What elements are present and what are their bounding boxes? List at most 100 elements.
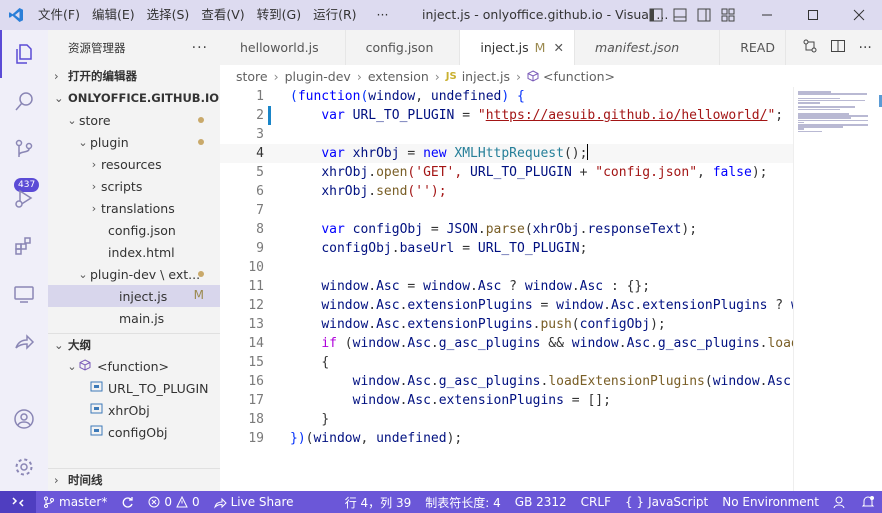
code-token: : {}; — [603, 279, 651, 294]
source-control-icon[interactable] — [0, 126, 48, 174]
code-token: false — [712, 165, 752, 180]
outline-tree: ⌄ <function> URL_TO_PLUGIN xhrObj configObj — [48, 355, 220, 443]
code-token: window — [423, 279, 471, 294]
menu-item[interactable]: 查看(V) — [195, 0, 250, 30]
code-token: ( — [571, 317, 580, 332]
toggle-secondary-sidebar-icon[interactable] — [694, 5, 714, 25]
code-token: ( — [290, 89, 298, 104]
more-actions-icon[interactable]: ··· — [859, 40, 872, 56]
indentation[interactable]: 制表符长度: 4 — [418, 494, 508, 511]
menu-item[interactable]: 选择(S) — [141, 0, 196, 30]
extensions-icon[interactable] — [0, 222, 48, 270]
function-cube-icon — [79, 358, 97, 374]
tab-manifest-json[interactable]: manifest.json — [575, 30, 721, 65]
search-icon[interactable] — [0, 78, 48, 126]
folder-item[interactable]: ⌄ store — [48, 109, 220, 131]
environment[interactable]: No Environment — [715, 495, 826, 509]
menu-item[interactable]: 转到(G) — [251, 0, 307, 30]
branch-icon — [44, 496, 54, 508]
code-token: window — [352, 336, 400, 351]
live-share-button[interactable]: Live Share — [207, 495, 301, 509]
code-token: extensionPlugins — [438, 393, 564, 408]
code-token: JSON — [446, 222, 478, 237]
outline-item[interactable]: ⌄ <function> — [48, 355, 220, 377]
outline-section[interactable]: ⌄ 大纲 — [48, 333, 220, 355]
line-number: 16 — [248, 374, 264, 389]
manage-gear-icon[interactable] — [0, 443, 48, 491]
feedback-icon[interactable] — [826, 495, 854, 509]
minimap[interactable] — [793, 87, 882, 491]
code-token: xhrObj — [352, 146, 400, 161]
menu-item[interactable]: 编辑(E) — [86, 0, 141, 30]
end-of-line[interactable]: CRLF — [574, 495, 618, 509]
code-token: if — [321, 336, 345, 351]
menu-item[interactable]: 运行(R) — [307, 0, 362, 30]
code-token: Asc — [626, 336, 651, 351]
code-token: . — [571, 279, 580, 294]
outline-item[interactable]: configObj — [48, 421, 220, 443]
file-item[interactable]: inject.js M — [48, 285, 220, 307]
split-editor-icon[interactable] — [830, 38, 846, 58]
remote-indicator-icon[interactable] — [0, 491, 36, 513]
window-controls — [744, 0, 882, 30]
code-token: . — [618, 336, 627, 351]
toggle-panel-icon[interactable] — [670, 5, 690, 25]
problems-indicator[interactable]: 0 0 — [141, 495, 206, 509]
file-item[interactable]: index.html — [48, 241, 220, 263]
file-item[interactable]: main.js — [48, 307, 220, 329]
customize-layout-icon[interactable] — [718, 5, 738, 25]
code-line: 9 configObj.baseUrl = URL_TO_PLUGIN; — [220, 239, 793, 258]
folder-item[interactable]: ⌄ plugin-dev \ ext... — [48, 263, 220, 285]
timeline-section[interactable]: › 时间线 — [48, 468, 220, 490]
code-token: configObj — [321, 241, 392, 256]
code-editor[interactable]: 1 (function(window, undefined) {2 var URL… — [220, 87, 793, 491]
breadcrumb-item[interactable]: extension — [368, 69, 429, 84]
remote-explorer-icon[interactable] — [0, 270, 48, 318]
toggle-primary-sidebar-icon[interactable] — [646, 5, 666, 25]
folder-item[interactable]: › scripts — [48, 175, 220, 197]
cursor-position[interactable]: 行 4，列 39 — [338, 494, 419, 511]
open-changes-icon[interactable] — [802, 38, 818, 58]
line-text: if (window.Asc.g_asc_plugins && window.A… — [290, 334, 793, 353]
breadcrumb-separator-icon: › — [273, 68, 279, 84]
menu-item[interactable]: 文件(F) — [32, 0, 86, 30]
file-item[interactable]: config.json — [48, 219, 220, 241]
line-number: 19 — [248, 431, 264, 446]
notifications-bell-icon[interactable] — [854, 495, 882, 509]
sync-button[interactable] — [114, 496, 141, 509]
breadcrumb-item[interactable]: store — [236, 69, 268, 84]
minimize-button[interactable] — [744, 0, 790, 30]
tab-read[interactable]: READ — [720, 30, 786, 65]
breadcrumb-item[interactable]: <function> — [543, 69, 615, 84]
code-token: Asc — [376, 298, 400, 313]
run-debug-icon[interactable] — [0, 174, 48, 222]
code-token: . — [430, 336, 439, 351]
close-tab-icon[interactable]: ✕ — [553, 40, 563, 55]
outline-item[interactable]: URL_TO_PLUGIN — [48, 377, 220, 399]
account-icon[interactable] — [0, 395, 48, 443]
tab-config-json[interactable]: config.json — [346, 30, 461, 65]
outline-item[interactable]: xhrObj — [48, 399, 220, 421]
tree-item-label: scripts — [101, 178, 143, 194]
folder-item[interactable]: › resources — [48, 153, 220, 175]
language-mode[interactable]: { } JavaScript — [618, 495, 715, 509]
tab-inject-js[interactable]: inject.js M ✕ — [460, 30, 575, 65]
folder-item[interactable]: ⌄ plugin — [48, 131, 220, 153]
tab-helloworld-js[interactable]: helloworld.js — [220, 30, 346, 65]
maximize-button[interactable] — [790, 0, 836, 30]
line-text: xhrObj.send(''); — [290, 182, 446, 201]
explorer-more-button[interactable]: ··· — [192, 40, 208, 56]
live-share-icon[interactable] — [0, 318, 48, 366]
open-editors-section[interactable]: › 打开的编辑器 — [48, 65, 220, 87]
breadcrumb-item[interactable]: plugin-dev — [285, 69, 351, 84]
encoding[interactable]: GB 2312 — [508, 495, 574, 509]
line-text: var URL_TO_PLUGIN = "https://aesuib.gith… — [290, 106, 783, 125]
explorer-icon[interactable] — [0, 30, 48, 78]
close-window-button[interactable] — [836, 0, 882, 30]
branch-indicator[interactable]: master* — [36, 495, 114, 509]
breadcrumb-item[interactable]: inject.js — [462, 69, 510, 84]
workspace-section[interactable]: ⌄ ONLYOFFICE.GITHUB.IO — [48, 87, 220, 109]
folder-item[interactable]: › translations — [48, 197, 220, 219]
menu-more-button[interactable]: ··· — [371, 0, 395, 30]
outline-label: 大纲 — [68, 337, 91, 352]
